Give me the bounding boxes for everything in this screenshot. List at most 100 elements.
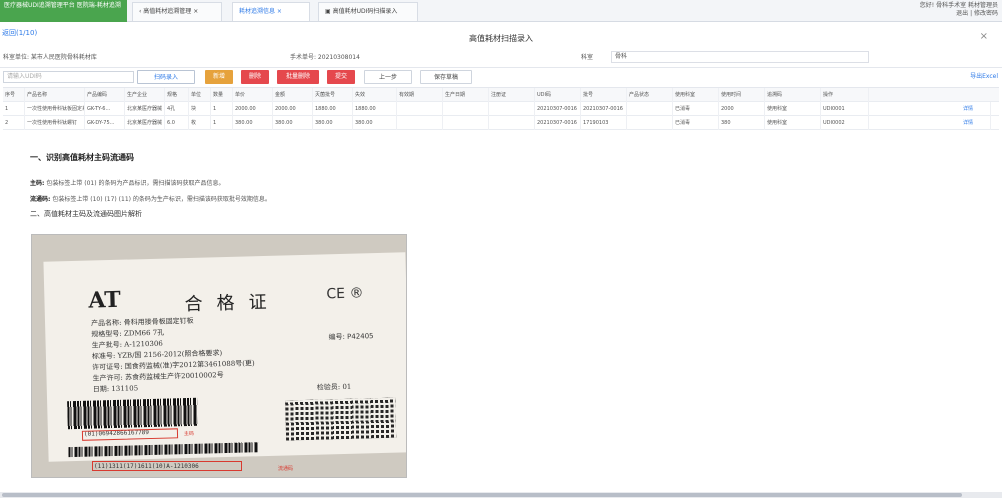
certificate-label-photo: AT 合格证 CE ® 产品名称: 骨科用接骨板固定钉板 规格型号: ZDM66… xyxy=(31,234,407,478)
table-cell: 380 xyxy=(719,116,765,130)
label-card: AT 合格证 CE ® 产品名称: 骨科用接骨板固定钉板 规格型号: ZDM66… xyxy=(43,252,406,462)
table-cell: 已消毒 xyxy=(673,116,719,130)
prev-step-button[interactable]: 上一步 xyxy=(364,70,412,84)
tab-trace-management[interactable]: ‹ 高值耗材追溯管理 × xyxy=(132,2,222,21)
label-line: 日期: 131105 xyxy=(92,384,139,394)
header-cell: 失效 xyxy=(353,88,397,102)
close-icon[interactable]: × xyxy=(980,31,988,42)
table-cell: 北京某医疗器械 xyxy=(125,116,165,130)
udi-search-input[interactable]: 请输入UDI码 xyxy=(3,71,134,83)
label-number: 编号: P42405 xyxy=(328,332,374,342)
table-cell: 380.00 xyxy=(353,116,397,130)
table-cell: 17190103 xyxy=(581,116,627,130)
table-cell: 1 xyxy=(211,102,233,116)
table-cell: 块 xyxy=(189,102,211,116)
label-inspector: 检验员: 01 xyxy=(316,382,352,392)
dept-label: 科室 xyxy=(581,54,594,61)
guide-text: 包装标签上带 (01) 的条码为产品标识，需扫描该码获取产品信息。 xyxy=(46,180,225,187)
header-cell: 有效期 xyxy=(397,88,443,102)
table-cell xyxy=(627,102,673,116)
table-cell: 380.00 xyxy=(313,116,353,130)
divider xyxy=(0,67,1002,68)
guide-heading-2: 二、高值耗材主码及流通码图片解析 xyxy=(30,210,142,218)
flow-code-annotation-label: 流通码 xyxy=(278,466,294,472)
table-row[interactable]: 1 一次性使用骨科钛板固定系统 GK-TY-6... 北京某医疗器械 4孔 块 … xyxy=(3,102,999,116)
table-cell: 已消毒 xyxy=(673,102,719,116)
tab-trace-info[interactable]: 耗材追溯信息 × xyxy=(232,2,310,21)
table-cell xyxy=(489,116,535,130)
user-actions[interactable]: 退出 | 修改密码 xyxy=(902,10,998,18)
user-info: 您好! 骨科手术室 耗材管理员 退出 | 修改密码 xyxy=(902,2,998,18)
qr-code-overlay xyxy=(285,397,397,441)
certificate-title: 合格证 xyxy=(184,291,281,316)
consumables-table: 序号 产品名称 产品编码 生产企业 规格 单位 数量 单价 金额 灭菌批号 失效… xyxy=(3,87,999,130)
guide-para-flow-code: 流通码: 包装标签上带 (10) (17) (11) 的条码为生产标识，需扫描该… xyxy=(30,194,271,203)
row-detail-link[interactable]: 详情 xyxy=(961,116,991,130)
main-code-annotation-box xyxy=(81,428,179,441)
export-link[interactable]: 导出Excel xyxy=(970,71,998,80)
ce-mark: CE ® xyxy=(326,285,364,303)
table-cell: 1 xyxy=(3,102,25,116)
surgery-number: 手术单号: 20210308014 xyxy=(290,54,360,61)
save-draft-button[interactable]: 保存草稿 xyxy=(420,70,472,84)
header-cell: UDI码 xyxy=(535,88,581,102)
header-cell: 注册证 xyxy=(489,88,535,102)
header-cell: 数量 xyxy=(211,88,233,102)
main-barcode xyxy=(67,397,198,430)
main-code-annotation-label: 主码 xyxy=(183,430,195,438)
table-header: 序号 产品名称 产品编码 生产企业 规格 单位 数量 单价 金额 灭菌批号 失效… xyxy=(3,88,999,102)
header-cell: 追溯码 xyxy=(765,88,821,102)
guide-label: 流通码: xyxy=(30,196,51,203)
header-cell: 产品名称 xyxy=(25,88,85,102)
tab-home[interactable]: 医疗器械UDI追溯管理平台 医院端-耗材追溯 xyxy=(0,0,127,22)
header-cell: 金额 xyxy=(273,88,313,102)
delete-button[interactable]: 删除 xyxy=(241,70,269,84)
table-cell: 一次性使用骨科钛板固定系统 xyxy=(25,102,85,116)
table-cell xyxy=(489,102,535,116)
header-cell: 单价 xyxy=(233,88,273,102)
table-cell: 一次性使用骨科钛螺钉 xyxy=(25,116,85,130)
table-cell xyxy=(443,116,489,130)
add-button[interactable]: 新增 xyxy=(205,70,233,84)
header-cell: 生产日期 xyxy=(443,88,489,102)
table-row[interactable]: 2 一次性使用骨科钛螺钉 GK-DY-75... 北京某医疗器械 6.0 枚 1… xyxy=(3,116,999,130)
header-cell: 灭菌批号 xyxy=(313,88,353,102)
table-cell xyxy=(397,116,443,130)
table-cell: 380.00 xyxy=(233,116,273,130)
tab-udi-scan[interactable]: ▣ 高值耗材UDI码扫描录入 xyxy=(318,2,418,21)
table-cell: 20210307-0016 xyxy=(581,102,627,116)
table-cell: 2000 xyxy=(719,102,765,116)
modal-title: 高值耗材扫描录入 xyxy=(469,34,533,43)
table-cell xyxy=(397,102,443,116)
header-cell: 产品状态 xyxy=(627,88,673,102)
guide-label: 主码: xyxy=(30,180,45,187)
header-cell: 单位 xyxy=(189,88,211,102)
brand-logo: AT xyxy=(88,286,122,314)
header-cell: 生产企业 xyxy=(125,88,165,102)
table-cell: 使用科室 xyxy=(765,116,821,130)
scan-button[interactable]: 扫码录入 xyxy=(137,70,195,84)
table-cell: 6.0 xyxy=(165,116,189,130)
table-cell: UDI0002 xyxy=(821,116,869,130)
guide-text: 包装标签上带 (10) (17) (11) 的条码为生产标识，需扫描该码获取批号… xyxy=(52,196,271,203)
table-cell: 2000.00 xyxy=(233,102,273,116)
table-cell: 20210307-0016 xyxy=(535,102,581,116)
table-cell: GK-DY-75... xyxy=(85,116,125,130)
flow-barcode xyxy=(68,442,259,458)
scrollbar-thumb[interactable] xyxy=(2,493,962,497)
batch-delete-button[interactable]: 批量删除 xyxy=(277,70,319,84)
header-cell: 规格 xyxy=(165,88,189,102)
label-line: 规格型号: ZDM66 7孔 xyxy=(91,328,165,339)
user-greeting: 您好! 骨科手术室 耗材管理员 xyxy=(919,2,998,9)
table-cell: 20210307-0016 xyxy=(535,116,581,130)
table-cell: 2 xyxy=(3,116,25,130)
tab-bar: 医疗器械UDI追溯管理平台 医院端-耗材追溯 ‹ 高值耗材追溯管理 × 耗材追溯… xyxy=(0,0,1002,22)
dept-field[interactable]: 骨科 xyxy=(611,51,869,63)
row-detail-link[interactable]: 详情 xyxy=(961,102,991,116)
table-cell: 使用科室 xyxy=(765,102,821,116)
horizontal-scrollbar[interactable] xyxy=(0,492,1002,498)
table-cell: 1880.00 xyxy=(313,102,353,116)
guide-para-main-code: 主码: 包装标签上带 (01) 的条码为产品标识，需扫描该码获取产品信息。 xyxy=(30,178,224,187)
submit-button[interactable]: 提交 xyxy=(327,70,355,84)
header-cell: 使用科室 xyxy=(673,88,719,102)
